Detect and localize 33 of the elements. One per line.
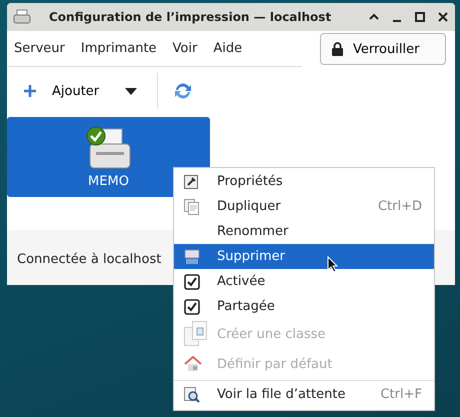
context-menu-item[interactable]: Activée [174, 269, 434, 294]
caret-icon[interactable] [125, 88, 138, 94]
house-icon [184, 356, 202, 372]
printer-ready-icon [84, 126, 134, 172]
documents-icon [184, 321, 208, 347]
printer-tile[interactable]: MEMO [7, 117, 210, 197]
context-menu-item[interactable]: Partagée [174, 294, 434, 319]
shredder-icon [184, 248, 200, 264]
magnifier-icon [184, 386, 200, 402]
printer-icon [13, 9, 31, 25]
context-menu-item[interactable]: Voir la file d’attente Ctrl+F [174, 382, 434, 407]
menu-item[interactable]: Serveur [14, 40, 65, 56]
add-button[interactable]: Ajouter [23, 84, 100, 98]
lock-icon [332, 42, 343, 56]
plus-icon [23, 84, 37, 98]
menu-item[interactable]: Aide [213, 40, 242, 56]
printer-name: MEMO [88, 174, 129, 188]
context-menu-item[interactable]: Supprimer [174, 244, 434, 269]
mouse-cursor [327, 256, 338, 273]
context-menu-item[interactable]: Renommer [174, 219, 434, 244]
window-title: Configuration de l’impression — localhost [49, 10, 332, 24]
lock-button[interactable]: Verrouiller [320, 33, 446, 65]
context-menu-item[interactable]: Dupliquer Ctrl+D [174, 194, 434, 219]
maximize-icon[interactable] [414, 11, 426, 23]
checkbox[interactable] [184, 274, 200, 290]
copy-icon [184, 198, 199, 214]
wrench-icon [184, 174, 198, 188]
checkbox[interactable] [184, 298, 200, 314]
menu-item[interactable]: Voir [172, 40, 198, 56]
refresh-icon[interactable] [173, 81, 194, 101]
close-icon[interactable] [437, 11, 449, 23]
menu-item[interactable]: Imprimante [80, 40, 157, 56]
status-text: Connectée à localhost [17, 252, 162, 267]
